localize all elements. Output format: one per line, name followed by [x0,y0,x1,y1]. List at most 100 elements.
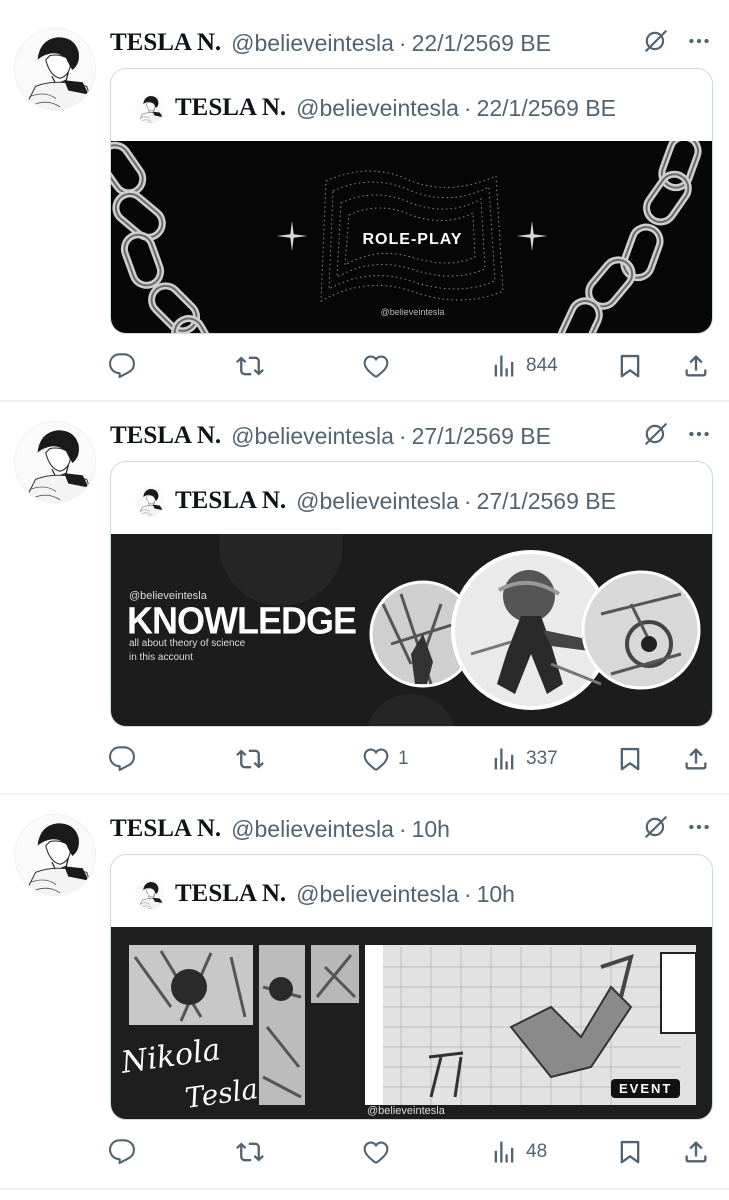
more-icon[interactable] [685,814,713,840]
author-handle: @believeintesla [296,880,459,907]
repost-icon [236,1138,264,1166]
divider [0,1188,729,1190]
bookmark-icon [616,352,644,380]
repost-button[interactable] [236,745,272,773]
avatar [135,93,165,123]
media-title: ROLE-PLAY [362,231,463,248]
author-name: TESLA N. [175,880,287,907]
repost-button[interactable] [236,1138,272,1166]
avatar [135,486,165,516]
heart-icon [362,352,390,380]
views-icon [490,1138,518,1166]
author-handle[interactable]: @believeintesla [231,816,394,843]
timestamp[interactable]: 10h [412,816,450,843]
media-watermark: @believeintesla [367,1105,445,1117]
share-icon [682,745,710,773]
reply-icon [108,1138,136,1166]
like-button[interactable] [362,1138,398,1166]
media-subtitle: in this account [129,652,193,663]
separator-dot: · [398,422,407,449]
share-button[interactable] [682,352,710,380]
tweet-header: TESLA N. @believeintesla · 22/1/2569 BE [110,26,551,60]
timestamp[interactable]: 27/1/2569 BE [412,423,551,450]
media-image[interactable]: ROLE-PLAY @believeintesla [111,141,712,333]
tweet-header: TESLA N. @believeintesla · 27/1/2569 BE [110,419,551,453]
heart-icon [362,1138,390,1166]
quoted-tweet-header: TESLA N. @believeintesla · 10h [135,877,515,911]
heart-icon [362,745,390,773]
quoted-tweet[interactable]: TESLA N. @believeintesla · 27/1/2569 BE [110,461,713,727]
avatar[interactable] [14,28,96,110]
separator-dot: · [398,29,407,56]
author-handle[interactable]: @believeintesla [231,30,394,57]
more-icon[interactable] [685,28,713,54]
separator-dot: · [463,880,472,907]
grok-icon[interactable] [643,28,669,54]
repost-icon [236,352,264,380]
bookmark-button[interactable] [616,1138,644,1166]
reply-button[interactable] [108,745,144,773]
more-icon[interactable] [685,421,713,447]
quoted-tweet-header: TESLA N. @believeintesla · 22/1/2569 BE [135,91,616,125]
media-image[interactable]: @believeintesla KNOWLEDGE all about theo… [111,534,712,726]
author-handle[interactable]: @believeintesla [231,423,394,450]
grok-icon[interactable] [643,421,669,447]
views-button[interactable]: 48 [490,1138,547,1166]
action-bar: 1 337 [0,737,729,781]
timestamp[interactable]: 22/1/2569 BE [412,30,551,57]
author-name[interactable]: TESLA N. [110,29,221,57]
share-button[interactable] [682,745,710,773]
quoted-tweet[interactable]: TESLA N. @believeintesla · 22/1/2569 BE [110,68,713,334]
views-button[interactable]: 844 [490,352,558,380]
reply-icon [108,352,136,380]
views-button[interactable]: 337 [490,745,558,773]
media-subtitle: all about theory of science [129,638,246,649]
action-bar: 48 [0,1130,729,1174]
reply-button[interactable] [108,352,144,380]
timestamp: 27/1/2569 BE [476,487,616,514]
avatar[interactable] [14,814,96,896]
media-watermark: @believeintesla [380,307,445,317]
tweet-header: TESLA N. @believeintesla · 10h [110,812,450,846]
reply-button[interactable] [108,1138,144,1166]
views-icon [490,745,518,773]
avatar[interactable] [14,421,96,503]
media-image[interactable]: Nikola Tesla EVENT @believeintesla [111,927,712,1119]
bookmark-button[interactable] [616,352,644,380]
author-name: TESLA N. [175,94,287,121]
media-title: KNOWLEDGE [127,598,357,642]
avatar [135,879,165,909]
author-name: TESLA N. [175,487,287,514]
share-icon [682,1138,710,1166]
share-button[interactable] [682,1138,710,1166]
tweet[interactable]: TESLA N. @believeintesla · 10h TESLA N. … [0,786,729,1179]
like-button[interactable] [362,352,398,380]
author-handle: @believeintesla [296,94,459,121]
view-count: 48 [526,1141,548,1162]
separator-dot: · [463,94,472,121]
tweet[interactable]: TESLA N. @believeintesla · 27/1/2569 BE … [0,393,729,786]
share-icon [682,352,710,380]
quoted-tweet-header: TESLA N. @believeintesla · 27/1/2569 BE [135,484,616,518]
bookmark-icon [616,1138,644,1166]
view-count: 844 [526,355,558,376]
grok-icon[interactable] [643,814,669,840]
separator-dot: · [463,487,472,514]
action-bar: 844 [0,344,729,388]
event-badge: EVENT [611,1079,681,1098]
timestamp: 10h [476,880,515,907]
repost-icon [236,745,264,773]
author-name[interactable]: TESLA N. [110,815,221,843]
author-name[interactable]: TESLA N. [110,422,221,450]
timestamp: 22/1/2569 BE [476,94,616,121]
author-handle: @believeintesla [296,487,459,514]
quoted-tweet[interactable]: TESLA N. @believeintesla · 10h Nikola Te… [110,854,713,1120]
separator-dot: · [398,815,407,842]
bookmark-icon [616,745,644,773]
like-count: 1 [398,748,409,769]
like-button[interactable]: 1 [362,745,409,773]
bookmark-button[interactable] [616,745,644,773]
reply-icon [108,745,136,773]
repost-button[interactable] [236,352,272,380]
tweet[interactable]: TESLA N. @believeintesla · 22/1/2569 BE … [0,0,729,393]
